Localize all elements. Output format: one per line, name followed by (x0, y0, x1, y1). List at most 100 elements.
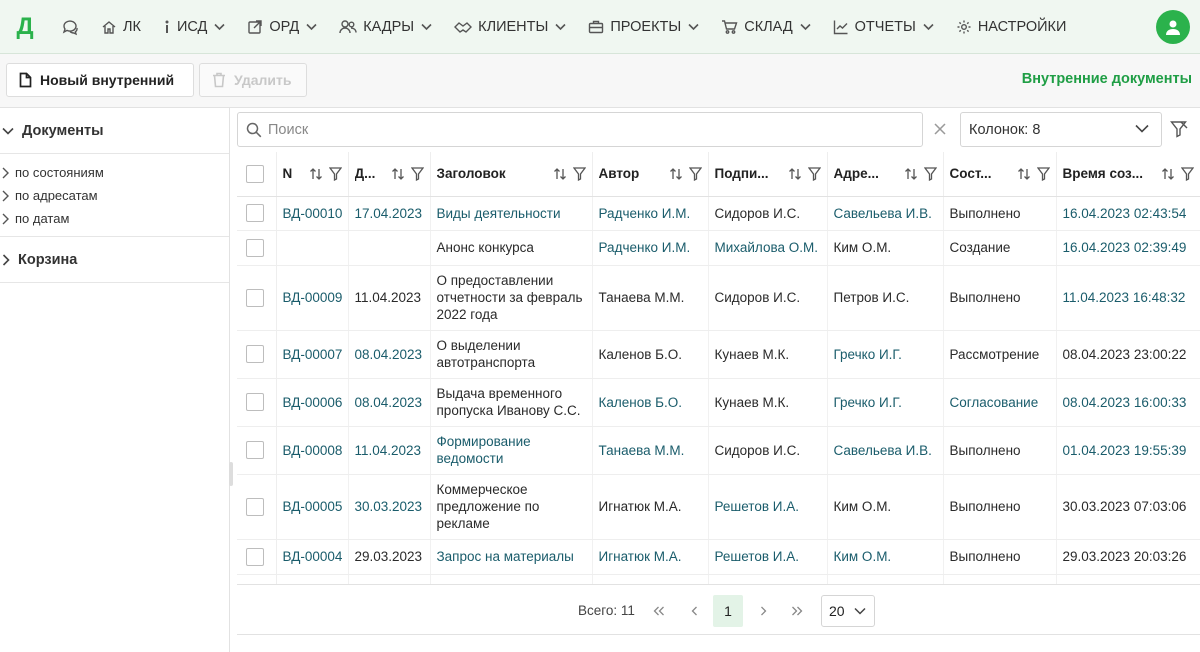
cell-title[interactable]: Выдача временного пропуска Иванову С.С. (430, 378, 593, 427)
table-row[interactable]: ВД-00010 17.04.2023 Виды деятельности Ра… (237, 196, 1200, 231)
tree-documents[interactable]: Документы (0, 108, 229, 154)
search-input[interactable] (268, 121, 868, 138)
column-header-author[interactable]: Автор (592, 152, 709, 197)
select-all-checkbox[interactable] (246, 164, 264, 183)
table-row[interactable]: ВД-00009 11.04.2023 О предоставлении отч… (237, 265, 1200, 331)
row-checkbox[interactable] (246, 441, 264, 459)
table-row[interactable]: ВД-00006 08.04.2023 Выдача временного пр… (237, 378, 1200, 427)
cell-title[interactable]: Формирование ведомости (430, 426, 593, 475)
column-header-signer[interactable]: Подпи... (708, 152, 828, 197)
chevron-down-icon (555, 23, 566, 31)
table-row[interactable]: ВД-00004 29.03.2023 Запрос на материалы … (237, 539, 1200, 575)
last-page-button[interactable] (782, 595, 812, 627)
nav-item-nastroyki[interactable]: НАСТРОЙКИ (945, 0, 1078, 54)
first-page-button[interactable] (644, 595, 674, 627)
table-row[interactable]: ВД-00007 08.04.2023 О выделении автотран… (237, 330, 1200, 379)
cell-number[interactable]: ВД-00004 (276, 539, 349, 575)
cell-title[interactable]: Виды деятельности (430, 196, 593, 231)
nav-item-ord[interactable]: ОРД (236, 0, 328, 54)
tree-item-by-date[interactable]: по датам (0, 207, 229, 230)
trash-icon (212, 72, 226, 88)
page-size-select[interactable]: 20 (821, 595, 875, 627)
nav-item-klienty[interactable]: КЛИЕНТЫ (443, 0, 577, 54)
filter-icon[interactable] (923, 167, 937, 181)
external-link-icon (247, 19, 263, 35)
cell-title (430, 574, 593, 584)
column-header-created[interactable]: Время соз... (1056, 152, 1200, 197)
tree-item-by-addressee[interactable]: по адресатам (0, 184, 229, 207)
nav-item-isd[interactable]: ИСД (152, 0, 236, 54)
sort-icon[interactable] (553, 167, 567, 181)
nav-label-klienty: КЛИЕНТЫ (478, 18, 549, 35)
row-checkbox[interactable] (246, 497, 264, 516)
column-header-title[interactable]: Заголовок (430, 152, 593, 197)
cell-number[interactable]: ВД-00007 (276, 330, 349, 379)
table-row[interactable]: ВД-00005 30.03.2023 Коммерческое предлож… (237, 474, 1200, 540)
tree-item-by-state[interactable]: по состояниям (0, 161, 229, 184)
table-row[interactable]: Анонс конкурса Радченко И.М. Михайлова О… (237, 230, 1200, 266)
columns-select[interactable]: Колонок: 8 (960, 112, 1162, 147)
column-header-state[interactable]: Сост... (943, 152, 1057, 197)
column-header-addressee[interactable]: Адре... (827, 152, 944, 197)
cell-number[interactable]: ВД-00005 (276, 474, 349, 540)
row-checkbox[interactable] (246, 547, 264, 566)
cell-title[interactable]: Коммерческое предложение по рекламе (430, 474, 593, 540)
sort-icon[interactable] (391, 167, 405, 181)
cell-number[interactable]: ВД-00008 (276, 426, 349, 475)
nav-item-otchety[interactable]: ОТЧЕТЫ (822, 0, 945, 54)
tree-documents-label: Документы (22, 122, 104, 139)
table-row[interactable]: ВД-00008 11.04.2023 Формирование ведомос… (237, 426, 1200, 475)
nav-item-proekty[interactable]: ПРОЕКТЫ (577, 0, 710, 54)
cell-number[interactable]: ВД-00009 (276, 265, 349, 331)
row-checkbox[interactable] (246, 393, 264, 411)
clear-search-icon[interactable] (932, 121, 948, 137)
column-header-date[interactable]: Д... (348, 152, 431, 197)
delete-button[interactable]: Удалить (199, 63, 307, 97)
cell-title[interactable]: Анонс конкурса (430, 230, 593, 266)
filter-icon[interactable] (328, 167, 342, 181)
sort-icon[interactable] (669, 167, 683, 181)
table-row-partial (237, 574, 1200, 584)
sort-icon[interactable] (1017, 167, 1031, 181)
user-avatar[interactable] (1156, 9, 1190, 44)
briefcase-icon (588, 19, 604, 35)
row-checkbox[interactable] (246, 345, 264, 363)
filter-icon[interactable] (1036, 167, 1050, 181)
cell-title[interactable]: Запрос на материалы (430, 539, 593, 575)
page-button-1[interactable]: 1 (713, 595, 743, 627)
nav-item-sklad[interactable]: СКЛАД (710, 0, 821, 54)
cell-state: Выполнено (943, 196, 1057, 231)
filter-icon[interactable] (688, 167, 702, 181)
cell-created: 16.04.2023 02:43:54 (1056, 196, 1200, 231)
filter-icon[interactable] (410, 167, 424, 181)
filter-icon[interactable] (1180, 167, 1194, 181)
header-label: Подпи... (714, 166, 769, 182)
cell-number[interactable]: ВД-00006 (276, 378, 349, 427)
header-label: Д... (354, 166, 376, 182)
sort-icon[interactable] (904, 167, 918, 181)
clear-filters-icon[interactable] (1170, 120, 1188, 138)
new-internal-button[interactable]: Новый внутренний (6, 63, 194, 97)
tree-trash[interactable]: Корзина (0, 237, 229, 283)
row-checkbox[interactable] (246, 204, 264, 222)
cell-number[interactable] (276, 230, 349, 266)
logo[interactable]: Д (0, 13, 50, 41)
sort-icon[interactable] (788, 167, 802, 181)
filter-icon[interactable] (572, 167, 586, 181)
cell-title[interactable]: О предоставлении отчетности за февраль 2… (430, 265, 593, 331)
filter-icon[interactable] (807, 167, 821, 181)
sidebar-resize-handle[interactable] (229, 462, 233, 486)
nav-item-kadry[interactable]: КАДРЫ (328, 0, 443, 54)
column-header-number[interactable]: N (276, 152, 349, 197)
next-page-button[interactable] (748, 595, 778, 627)
row-checkbox[interactable] (246, 238, 264, 257)
cell-number[interactable]: ВД-00010 (276, 196, 349, 231)
prev-page-button[interactable] (679, 595, 709, 627)
cell-title[interactable]: О выделении автотранспорта (430, 330, 593, 379)
cell-created: 08.04.2023 23:00:22 (1056, 330, 1200, 379)
nav-chat[interactable] (50, 0, 90, 54)
row-checkbox[interactable] (246, 288, 264, 307)
nav-item-lk[interactable]: ЛК (90, 0, 152, 54)
sort-icon[interactable] (1161, 167, 1175, 181)
sort-icon[interactable] (309, 167, 323, 181)
